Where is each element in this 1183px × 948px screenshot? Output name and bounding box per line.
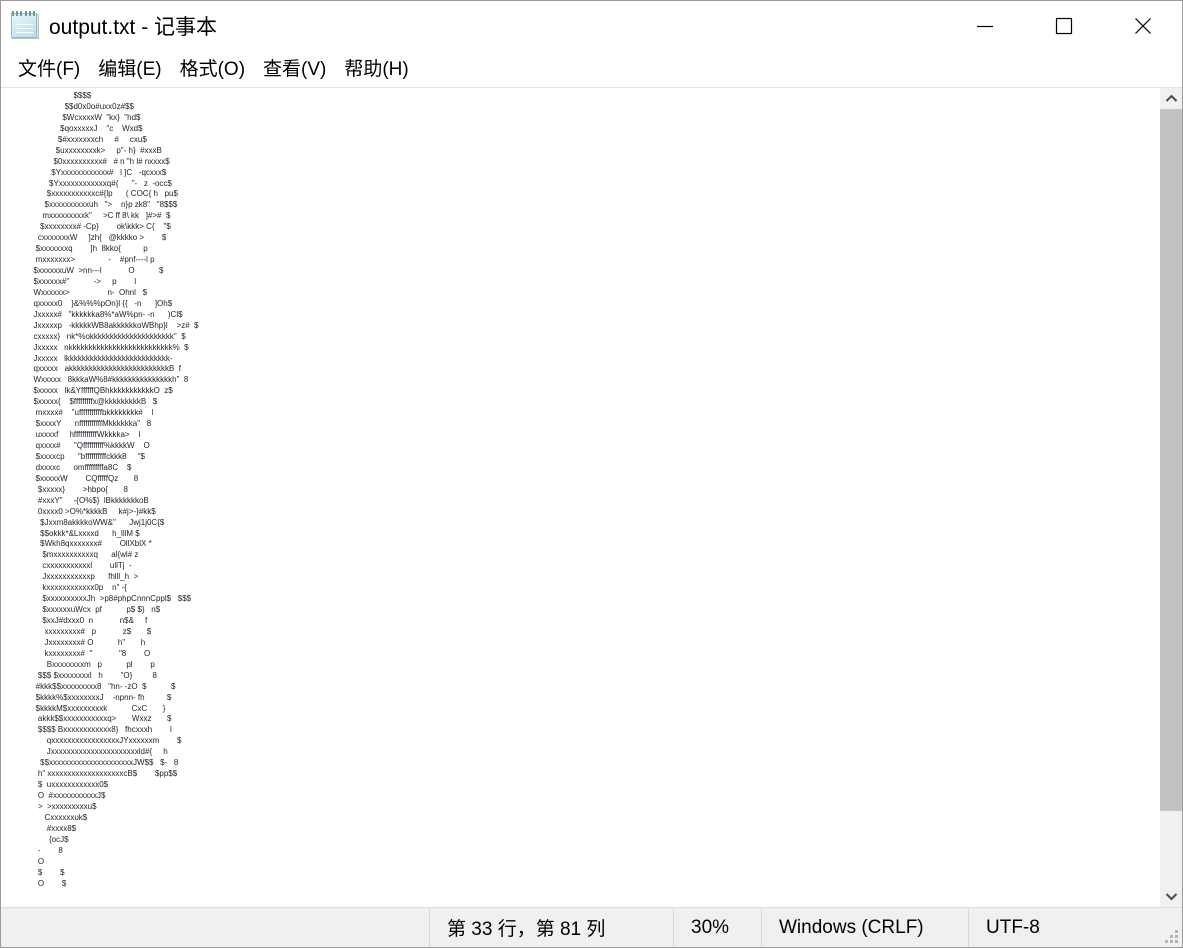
menu-item-help[interactable]: 帮助(H): [335, 60, 417, 79]
menu-item-file[interactable]: 文件(F): [9, 60, 89, 79]
status-cursor-position: 第 33 行，第 81 列: [429, 908, 673, 947]
status-zoom-level[interactable]: 30%: [673, 908, 761, 947]
ascii-art-content[interactable]: $$$$ $$d0x0o#uxx0z#$$ $WcxxxxW "kx} "hd$…: [29, 91, 198, 889]
minimize-button[interactable]: [945, 1, 1024, 50]
chevron-down-icon: [1165, 893, 1177, 901]
vertical-scrollbar[interactable]: [1159, 88, 1182, 907]
scrollbar-thumb[interactable]: [1160, 109, 1182, 811]
maximize-icon: [1055, 17, 1072, 34]
title-bar-left: output.txt - 记事本: [1, 1, 945, 51]
resize-grip[interactable]: [1165, 930, 1178, 943]
status-encoding: UTF-8: [968, 908, 1182, 947]
chevron-up-icon: [1165, 94, 1177, 102]
menu-item-format[interactable]: 格式(O): [171, 60, 254, 79]
body-area: $$$$ $$d0x0o#uxx0z#$$ $WcxxxxW "kx} "hd$…: [1, 88, 1182, 907]
notepad-icon: [10, 10, 42, 42]
menu-item-view[interactable]: 查看(V): [254, 60, 335, 79]
status-line-ending: Windows (CRLF): [761, 908, 968, 947]
status-bar-spacer: [1, 908, 429, 947]
scroll-up-button[interactable]: [1160, 88, 1182, 109]
text-editor-area[interactable]: $$$$ $$d0x0o#uxx0z#$$ $WcxxxxW "kx} "hd$…: [1, 88, 1159, 907]
title-bar[interactable]: output.txt - 记事本: [1, 1, 1182, 51]
caption-buttons: [945, 1, 1182, 51]
scroll-down-button[interactable]: [1160, 886, 1182, 907]
menu-item-edit[interactable]: 编辑(E): [89, 60, 170, 79]
notepad-window: output.txt - 记事本 文件(F) 编辑(E) 格式(O) 查看(V)…: [0, 0, 1183, 948]
status-bar: 第 33 行，第 81 列 30% Windows (CRLF) UTF-8: [1, 907, 1182, 947]
menu-bar: 文件(F) 编辑(E) 格式(O) 查看(V) 帮助(H): [1, 51, 1182, 88]
minimize-icon: [976, 25, 993, 27]
close-button[interactable]: [1103, 1, 1182, 50]
close-icon: [1134, 17, 1151, 34]
maximize-button[interactable]: [1024, 1, 1103, 50]
scrollbar-track[interactable]: [1160, 109, 1182, 886]
window-title: output.txt - 记事本: [49, 16, 218, 39]
